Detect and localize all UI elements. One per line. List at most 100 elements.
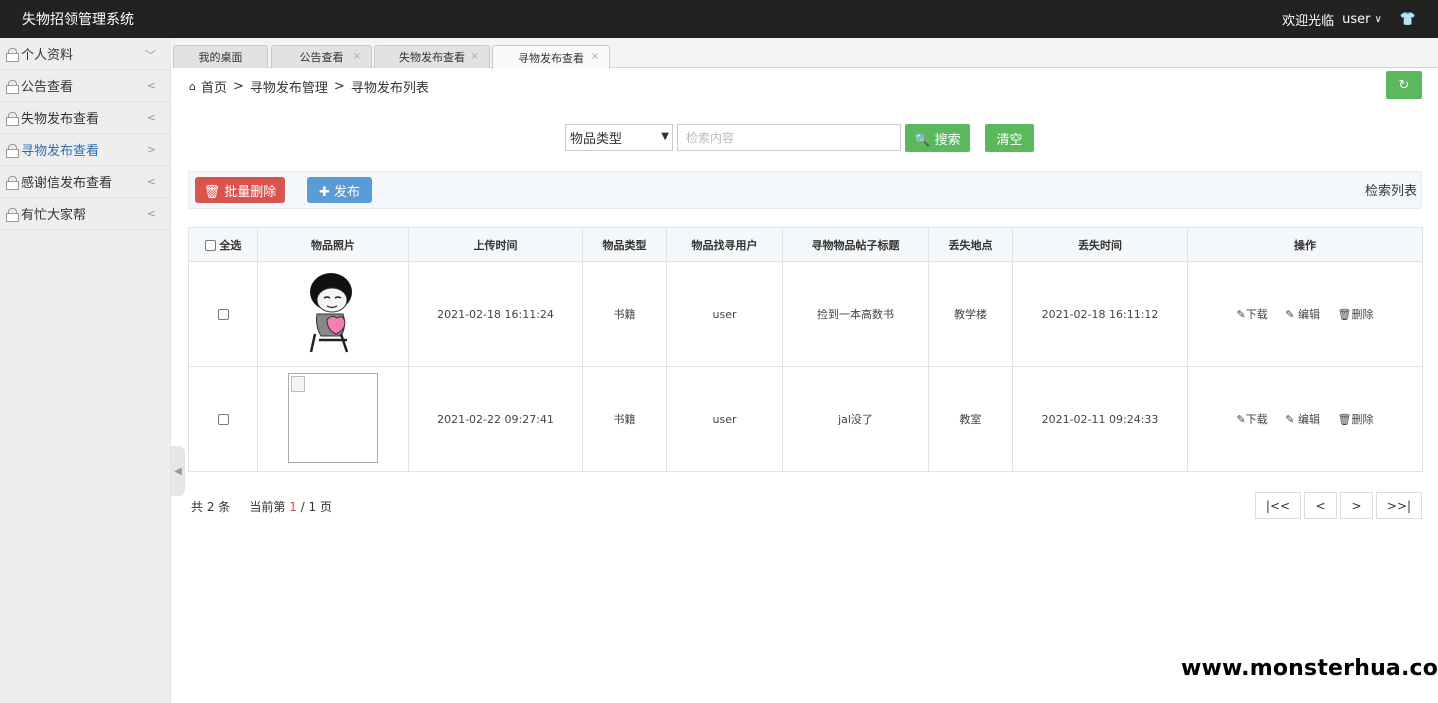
lost-time-cell: 2021-02-11 09:24:33 <box>1012 366 1188 472</box>
column-header: 寻物物品帖子标题 <box>782 227 929 262</box>
edit-link[interactable]: ✎ 编辑 <box>1285 413 1320 426</box>
place-cell: 教学楼 <box>928 261 1013 367</box>
category-select[interactable]: 物品类型 ▼ <box>565 124 673 151</box>
first-page-button[interactable]: |<< <box>1255 492 1301 519</box>
home-icon: ⌂ <box>189 80 196 93</box>
column-header: 丢失时间 <box>1012 227 1188 262</box>
last-page-button[interactable]: >>| <box>1376 492 1422 519</box>
tab-bar: 我的桌面 公告查看 × 失物发布查看 × 寻物发布查看 × <box>172 38 1438 69</box>
lock-icon <box>6 111 19 126</box>
list-toolbar: 🗑 批量删除 ✚ 发布 检索列表 <box>188 171 1422 209</box>
top-bar: 失物招领管理系统 欢迎光临 user ∨ 👕 <box>0 0 1438 38</box>
chevron-right-icon: > <box>146 143 156 156</box>
lock-icon <box>6 175 19 190</box>
breadcrumb-level2[interactable]: 寻物发布管理 <box>250 77 328 96</box>
sidebar-item-label: 寻物发布查看 <box>21 144 100 159</box>
sidebar-item-profile[interactable]: 个人资料 ﹀ <box>0 38 170 70</box>
row-checkbox[interactable] <box>217 309 229 320</box>
column-header: 丢失地点 <box>928 227 1013 262</box>
search-button[interactable]: 🔍 搜索 <box>905 124 970 152</box>
current-page-prefix: 当前第 <box>249 500 286 514</box>
breadcrumb-level3: 寻物发布列表 <box>350 81 429 96</box>
row-checkbox[interactable] <box>217 414 229 425</box>
lost-time-cell: 2021-02-18 16:11:12 <box>1012 261 1188 367</box>
delete-link[interactable]: 🗑删除 <box>1337 413 1373 426</box>
breadcrumb: ⌂ 首页 > 寻物发布管理 > 寻物发布列表 <box>189 77 429 96</box>
welcome-text: 欢迎光临 <box>1282 13 1335 29</box>
total-pages: / 1 页 <box>300 500 332 514</box>
tab-notices[interactable]: 公告查看 × <box>271 45 372 68</box>
search-input[interactable] <box>677 124 901 151</box>
user-cell: user <box>666 261 783 367</box>
tab-search-posts[interactable]: 寻物发布查看 × <box>492 45 610 69</box>
refresh-button[interactable]: ↻ <box>1386 71 1422 99</box>
lock-icon <box>6 207 19 222</box>
chevron-left-icon: < <box>146 175 156 188</box>
upload-time-cell: 2021-02-18 16:11:24 <box>408 261 583 367</box>
clear-button[interactable]: 清空 <box>985 124 1034 152</box>
place-cell: 教室 <box>928 366 1013 472</box>
batch-delete-button[interactable]: 🗑 批量删除 <box>195 177 285 203</box>
theme-shirt-icon[interactable]: 👕 <box>1400 12 1416 27</box>
tab-label: 我的桌面 <box>198 51 243 64</box>
sidebar-collapse-handle[interactable]: ◀ <box>171 446 185 496</box>
row-select-cell <box>188 366 258 472</box>
watermark-text: www.monsterhua.com <box>1181 656 1438 681</box>
chevron-left-icon: < <box>146 111 156 124</box>
close-icon[interactable]: × <box>471 51 479 62</box>
chevron-down-icon[interactable]: ∨ <box>1374 14 1381 25</box>
tab-label: 公告查看 <box>299 51 344 64</box>
user-cell: user <box>666 366 783 472</box>
pagination-info: 共 2 条 当前第 1 / 1 页 <box>191 498 332 515</box>
lock-icon <box>6 143 19 158</box>
select-all-checkbox[interactable] <box>204 240 216 251</box>
app-title: 失物招领管理系统 <box>22 12 134 28</box>
edit-link[interactable]: ✎ 编辑 <box>1285 308 1320 321</box>
list-title: 检索列表 <box>1364 184 1417 199</box>
select-all-label: 全选 <box>219 238 242 252</box>
download-link[interactable]: ✎下载 <box>1237 413 1268 426</box>
type-cell: 书籍 <box>582 261 667 367</box>
title-cell: 捡到一本高数书 <box>782 261 929 367</box>
chevron-down-icon: ▼ <box>661 131 669 142</box>
tab-label: 寻物发布查看 <box>518 51 584 65</box>
operations-cell: ✎下载 ✎ 编辑 🗑删除 <box>1187 261 1423 367</box>
total-count: 共 2 条 <box>191 500 231 514</box>
close-icon[interactable]: × <box>591 51 599 62</box>
sidebar-item-help[interactable]: 有忙大家帮 < <box>0 198 170 230</box>
publish-button[interactable]: ✚ 发布 <box>307 177 372 203</box>
sidebar-item-notices[interactable]: 公告查看 < <box>0 70 170 102</box>
column-header: 物品找寻用户 <box>666 227 783 262</box>
next-page-button[interactable]: > <box>1340 492 1373 519</box>
column-header: 物品照片 <box>257 227 409 262</box>
chevron-down-icon: ﹀ <box>145 49 156 62</box>
tab-lost-posts[interactable]: 失物发布查看 × <box>374 45 490 68</box>
sidebar: 个人资料 ﹀ 公告查看 < 失物发布查看 < 寻物发布查看 > 感谢信发布查看 … <box>0 38 171 703</box>
broken-image-icon[interactable] <box>288 372 378 463</box>
prev-page-button[interactable]: < <box>1304 492 1337 519</box>
download-link[interactable]: ✎下载 <box>1237 308 1268 321</box>
sidebar-item-lost-posts[interactable]: 失物发布查看 < <box>0 102 170 134</box>
tab-desktop[interactable]: 我的桌面 <box>173 45 268 68</box>
sidebar-item-thanks-letters[interactable]: 感谢信发布查看 < <box>0 166 170 198</box>
lock-icon <box>6 47 19 62</box>
user-menu[interactable]: user <box>1342 12 1370 27</box>
category-select-value: 物品类型 <box>570 132 623 147</box>
sidebar-item-search-posts[interactable]: 寻物发布查看 > <box>0 134 170 166</box>
sidebar-item-label: 有忙大家帮 <box>21 208 87 223</box>
upload-time-cell: 2021-02-22 09:27:41 <box>408 366 583 472</box>
close-icon[interactable]: × <box>353 51 361 62</box>
photo-cell <box>257 366 409 472</box>
photo-cell <box>257 261 409 367</box>
table-row: 2021-02-22 09:27:41 书籍 user jal没了 教室 202… <box>188 366 1423 472</box>
select-all-header[interactable]: 全选 <box>188 227 258 262</box>
column-header: 物品类型 <box>582 227 667 262</box>
breadcrumb-home[interactable]: 首页 <box>201 77 227 96</box>
sidebar-item-label: 失物发布查看 <box>21 112 100 127</box>
row-select-cell <box>188 261 258 367</box>
current-page: 1 <box>289 500 297 514</box>
item-photo-meme[interactable] <box>297 268 369 358</box>
operations-cell: ✎下载 ✎ 编辑 🗑删除 <box>1187 366 1423 472</box>
delete-link[interactable]: 🗑删除 <box>1337 308 1373 321</box>
sidebar-item-label: 个人资料 <box>21 48 74 63</box>
